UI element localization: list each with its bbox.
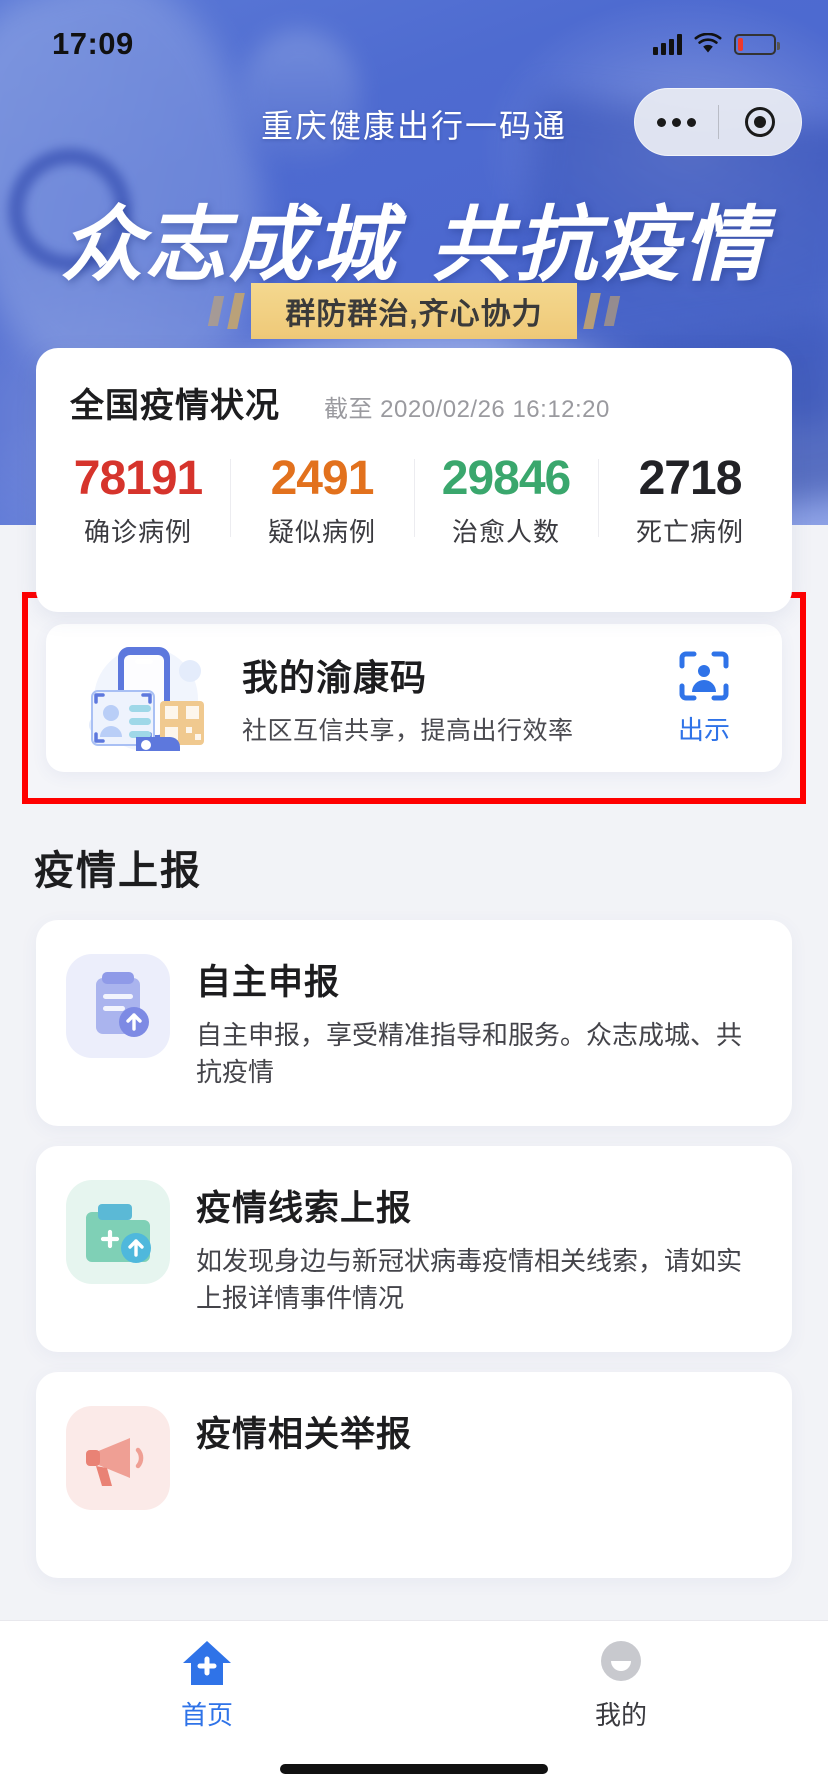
banner-tick	[603, 296, 620, 326]
report-card-title: 疫情相关举报	[196, 1415, 413, 1454]
banner-tick	[582, 293, 601, 329]
report-card-title: 自主申报	[196, 963, 341, 1002]
report-card-desc: 如发现身边与新冠状病毒疫情相关线索，请如实上报详情事件情况	[196, 1246, 743, 1313]
stat-value: 2718	[638, 452, 743, 505]
stat-recovered: 29846 治愈人数	[414, 451, 598, 549]
report-card-self-declaration[interactable]: 自主申报 自主申报，享受精准指导和服务。众志成城、共抗疫情	[36, 920, 792, 1126]
target-circle-icon[interactable]	[719, 107, 802, 137]
app-screen: 17:09 重庆健康出行一码通 众志成城 共抗疫情 群防群治,齐心协力 全国疫情…	[0, 0, 828, 1792]
hero-sub-banner-text: 群防群治,齐心协力	[251, 283, 577, 339]
section-heading-epidemic-report: 疫情上报	[34, 849, 202, 893]
phone-id-qrcode-illustration	[74, 639, 224, 757]
home-indicator	[280, 1764, 548, 1774]
stats-row: 78191 确诊病例 2491 疑似病例 29846 治愈人数 2718 死亡病…	[36, 451, 792, 549]
show-health-code-button[interactable]: 出示	[654, 650, 754, 747]
user-avatar-icon	[593, 1635, 649, 1691]
stat-label: 治愈人数	[451, 517, 560, 548]
stat-label: 疑似病例	[267, 517, 376, 548]
folder-plus-upload-icon	[66, 1180, 170, 1284]
more-dots-icon[interactable]	[635, 117, 718, 127]
stat-deaths: 2718 死亡病例	[598, 451, 782, 549]
banner-tick	[208, 296, 225, 326]
hero-headline: 众志成城 共抗疫情	[0, 178, 828, 297]
battery-low-icon	[734, 33, 780, 55]
hero-sub-banner: 群防群治,齐心协力	[0, 283, 828, 339]
megaphone-report-icon	[66, 1406, 170, 1510]
health-code-text: 我的渝康码 社区互信共享，提高出行效率	[224, 649, 654, 747]
report-card-body: 自主申报 自主申报，享受精准指导和服务。众志成城、共抗疫情	[170, 954, 762, 1092]
stats-timestamp: 截至 2020/02/26 16:12:20	[324, 396, 610, 423]
home-plus-icon	[179, 1635, 235, 1691]
national-epidemic-stats-card: 全国疫情状况 截至 2020/02/26 16:12:20 78191 确诊病例…	[36, 348, 792, 612]
tab-profile-label: 我的	[594, 1700, 647, 1730]
scan-face-icon[interactable]	[678, 650, 730, 702]
stats-header: 全国疫情状况 截至 2020/02/26 16:12:20	[36, 348, 792, 427]
banner-tick	[227, 293, 246, 329]
stat-value: 29846	[441, 452, 571, 505]
report-card-title: 疫情线索上报	[196, 1189, 413, 1228]
show-health-code-label[interactable]: 出示	[654, 710, 754, 747]
stat-value: 78191	[73, 452, 203, 505]
report-card-desc: 自主申报，享受精准指导和服务。众志成城、共抗疫情	[196, 1020, 743, 1087]
stat-confirmed: 78191 确诊病例	[46, 451, 230, 549]
health-code-card[interactable]: 我的渝康码 社区互信共享，提高出行效率 出示	[46, 624, 782, 772]
report-card-clue-report[interactable]: 疫情线索上报 如发现身边与新冠状病毒疫情相关线索，请如实上报详情事件情况	[36, 1146, 792, 1352]
cellular-signal-icon	[653, 33, 682, 55]
report-card-body: 疫情相关举报	[170, 1406, 762, 1544]
miniprogram-capsule[interactable]	[634, 88, 802, 156]
headline-part-2: 共抗疫情	[431, 200, 767, 291]
stat-label: 确诊病例	[83, 517, 192, 548]
headline-part-1: 众志成城	[61, 200, 397, 291]
status-clock: 17:09	[52, 26, 134, 61]
health-code-subtitle: 社区互信共享，提高出行效率	[242, 717, 574, 745]
status-bar: 17:09	[0, 0, 828, 88]
stat-value: 2491	[270, 452, 375, 505]
status-indicators	[653, 32, 780, 55]
stat-label: 死亡病例	[635, 517, 744, 548]
report-card-body: 疫情线索上报 如发现身边与新冠状病毒疫情相关线索，请如实上报详情事件情况	[170, 1180, 762, 1318]
stat-suspected: 2491 疑似病例	[230, 451, 414, 549]
wifi-icon	[694, 32, 722, 55]
stats-title: 全国疫情状况	[70, 387, 280, 425]
report-card-related-complaint[interactable]: 疫情相关举报	[36, 1372, 792, 1578]
tab-home-label: 首页	[180, 1700, 233, 1730]
clipboard-upload-icon	[66, 954, 170, 1058]
health-code-title: 我的渝康码	[242, 657, 428, 698]
